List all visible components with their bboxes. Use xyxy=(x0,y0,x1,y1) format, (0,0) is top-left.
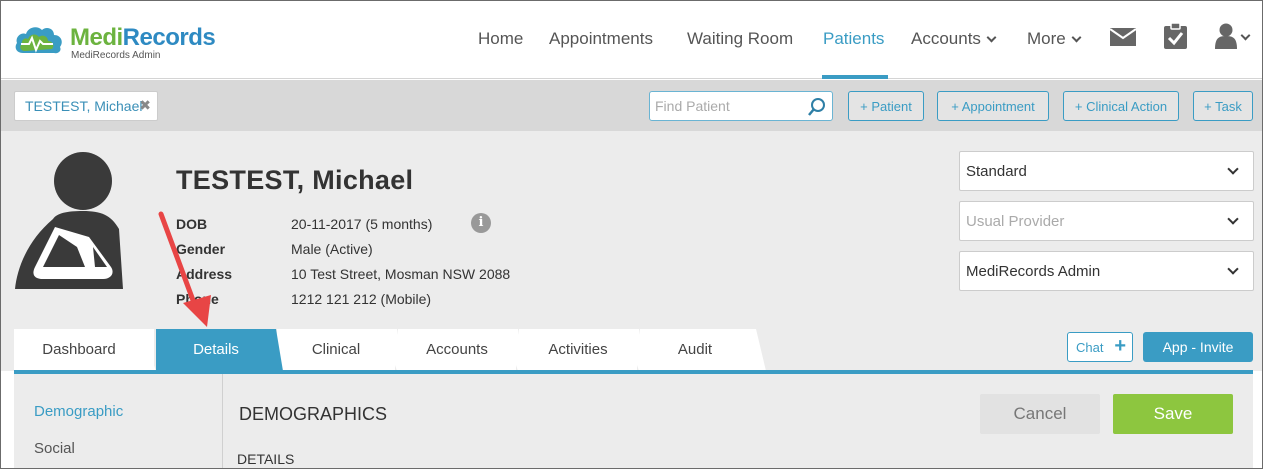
nav-more[interactable]: More xyxy=(1027,29,1082,49)
app-window: MediRecords MediRecords Admin Home Appoi… xyxy=(0,0,1263,469)
practice-select[interactable]: MediRecords Admin xyxy=(959,251,1254,291)
close-icon[interactable]: ✖ xyxy=(139,97,151,114)
nav-more-label: More xyxy=(1027,29,1066,48)
phone-value: 1212 121 212 (Mobile) xyxy=(291,291,432,307)
mail-icon[interactable] xyxy=(1110,28,1136,46)
nav-patients[interactable]: Patients xyxy=(823,29,884,49)
nav-accounts-label: Accounts xyxy=(911,29,981,48)
add-patient-button[interactable]: + Patient xyxy=(848,91,924,121)
patient-avatar-icon xyxy=(15,152,123,289)
nav-accounts[interactable]: Accounts xyxy=(911,29,997,49)
find-patient-input[interactable] xyxy=(650,92,800,120)
nav-appointments[interactable]: Appointments xyxy=(549,29,653,49)
nav-active-indicator xyxy=(822,75,888,79)
chevron-down-icon xyxy=(1227,213,1239,225)
subsection-title: DETAILS xyxy=(237,451,295,467)
search-icon[interactable] xyxy=(807,97,827,117)
add-clinical-action-button[interactable]: + Clinical Action xyxy=(1063,91,1179,121)
open-patient-chip-label: TESTEST, Michael xyxy=(25,98,143,114)
tab-slant-decorations xyxy=(141,329,766,371)
patient-toolbar: TESTEST, Michael ✖ + Patient + Appointme… xyxy=(1,80,1262,131)
brand-name-part1: Medi xyxy=(70,24,123,51)
phone-label: Phone xyxy=(176,291,219,307)
billing-type-value: Standard xyxy=(966,163,1027,180)
open-patient-chip[interactable]: TESTEST, Michael ✖ xyxy=(14,91,158,121)
sidebar-item-demographic[interactable]: Demographic xyxy=(34,403,123,420)
medirecords-logo[interactable]: MediRecords MediRecords Admin xyxy=(13,21,223,63)
chat-button-label: Chat xyxy=(1076,340,1104,355)
details-sidebar: Demographic Social xyxy=(14,374,223,468)
clipboard-check-icon[interactable] xyxy=(1164,23,1187,49)
plus-icon: + xyxy=(1114,335,1126,357)
find-patient-search xyxy=(649,91,833,121)
brand-name: MediRecords xyxy=(70,24,216,52)
user-icon xyxy=(1215,23,1237,49)
patient-name: TESTEST, Michael xyxy=(176,165,414,195)
gender-label: Gender xyxy=(176,241,226,257)
cancel-button[interactable]: Cancel xyxy=(980,394,1100,434)
user-menu[interactable] xyxy=(1215,23,1251,54)
usual-provider-select[interactable]: Usual Provider xyxy=(959,201,1254,241)
practice-value: MediRecords Admin xyxy=(966,263,1101,280)
nav-home[interactable]: Home xyxy=(478,29,523,49)
chat-button[interactable]: Chat + xyxy=(1067,332,1133,362)
address-value: 10 Test Street, Mosman NSW 2088 xyxy=(291,266,511,282)
chevron-down-icon xyxy=(1071,32,1082,43)
gender-value: Male (Active) xyxy=(291,241,373,257)
cloud-logo-icon xyxy=(15,27,62,54)
app-invite-button[interactable]: App - Invite xyxy=(1143,332,1253,362)
dob-value: 20-11-2017 (5 months) xyxy=(291,216,433,232)
sidebar-item-social[interactable]: Social xyxy=(34,440,75,457)
save-button[interactable]: Save xyxy=(1113,394,1233,434)
chevron-down-icon xyxy=(1240,30,1251,41)
nav-waiting-room[interactable]: Waiting Room xyxy=(687,29,793,49)
info-icon[interactable]: i xyxy=(471,213,491,233)
section-title: DEMOGRAPHICS xyxy=(239,404,388,424)
billing-type-select[interactable]: Standard xyxy=(959,151,1254,191)
brand-subtitle: MediRecords Admin xyxy=(71,50,161,61)
address-label: Address xyxy=(176,266,233,282)
chevron-down-icon xyxy=(1227,163,1239,175)
add-task-button[interactable]: + Task xyxy=(1193,91,1253,121)
chevron-down-icon xyxy=(986,32,997,43)
chevron-down-icon xyxy=(1227,263,1239,275)
demographics-panel: DEMOGRAPHICS DETAILS Cancel Save xyxy=(224,374,1253,468)
add-appointment-button[interactable]: + Appointment xyxy=(937,91,1049,121)
dob-label: DOB xyxy=(176,216,208,232)
details-content: Demographic Social DEMOGRAPHICS DETAILS … xyxy=(14,374,1253,468)
brand-name-part2: Records xyxy=(122,24,216,51)
top-navbar: MediRecords MediRecords Admin Home Appoi… xyxy=(1,1,1262,79)
patient-header: TESTEST, Michael DOB 20-11-2017 (5 month… xyxy=(1,131,1262,327)
usual-provider-placeholder: Usual Provider xyxy=(966,213,1065,230)
